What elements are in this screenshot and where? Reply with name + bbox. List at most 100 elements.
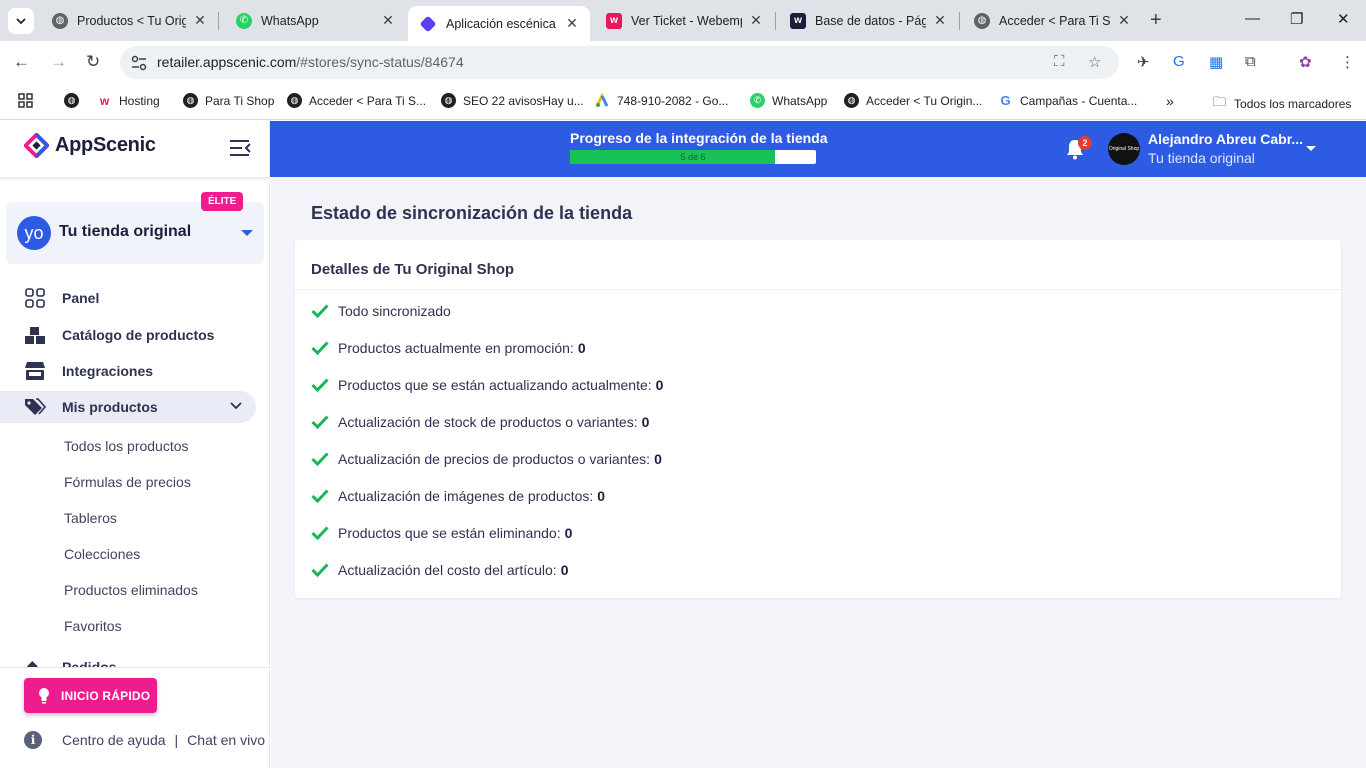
- extension-grid-icon[interactable]: ▦: [1209, 53, 1223, 71]
- globe-icon: ◍: [974, 12, 990, 29]
- bookmark-acceder-para-ti[interactable]: ◍ Acceder < Para Ti S...: [287, 93, 426, 108]
- browser-tab-1[interactable]: ◍ Productos < Tu Origi ✕: [38, 6, 218, 35]
- extension-icon[interactable]: ✈: [1137, 53, 1150, 71]
- store-details-card: Detalles de Tu Original Shop Todo sincro…: [295, 240, 1341, 598]
- sidebar: AppScenic yo Tu tienda original ÉLITE Pa…: [0, 121, 270, 768]
- subnav-favorites[interactable]: Favoritos: [64, 618, 122, 634]
- close-tab-icon[interactable]: ✕: [1116, 12, 1132, 29]
- quick-start-label: INICIO RÁPIDO: [61, 688, 151, 703]
- nav-item-my-products[interactable]: Mis productos: [0, 391, 256, 423]
- close-window-icon[interactable]: ✕: [1337, 10, 1350, 28]
- subnav-collections[interactable]: Colecciones: [64, 546, 140, 562]
- back-icon[interactable]: ←: [13, 52, 30, 72]
- sync-status-row: Productos actualmente en promoción: 0: [311, 340, 586, 356]
- tab-title: Ver Ticket - Webempr: [631, 13, 742, 28]
- browser-toolbar: ← → ↻ retailer.appscenic.com/#stores/syn…: [0, 41, 1366, 85]
- close-tab-icon[interactable]: ✕: [748, 12, 764, 29]
- bookmark-para-ti-shop[interactable]: ◍ Para Ti Shop: [183, 93, 274, 108]
- browser-tab-active[interactable]: Aplicación escénica ✕: [408, 6, 590, 41]
- quick-start-button[interactable]: INICIO RÁPIDO: [24, 678, 157, 713]
- translate-icon[interactable]: ⛶: [1054, 53, 1065, 70]
- globe-icon: ◍: [183, 93, 198, 108]
- nav-label: Panel: [62, 290, 100, 306]
- browser-tab-4[interactable]: w Ver Ticket - Webempr ✕: [592, 6, 774, 35]
- nav-item-panel[interactable]: Panel: [0, 282, 256, 314]
- close-tab-icon[interactable]: ✕: [564, 15, 580, 32]
- minimize-icon[interactable]: —: [1245, 10, 1260, 27]
- subnav-boards[interactable]: Tableros: [64, 510, 117, 526]
- user-name[interactable]: Alejandro Abreu Cabr...: [1148, 131, 1303, 147]
- globe-icon: ◍: [441, 93, 456, 108]
- webempresa-icon: w: [97, 93, 112, 108]
- menu-kebab-icon[interactable]: ⋮: [1340, 53, 1355, 71]
- sync-status-row: Actualización de precios de productos o …: [311, 451, 662, 467]
- user-store-name: Tu tienda original: [1148, 150, 1255, 166]
- lightbulb-icon: [39, 688, 49, 704]
- caret-down-icon[interactable]: [1306, 146, 1316, 151]
- close-tab-icon[interactable]: ✕: [380, 12, 396, 29]
- sync-status-value: 0: [655, 377, 664, 393]
- subnav-price-formulas[interactable]: Fórmulas de precios: [64, 474, 191, 490]
- sync-status-row: Actualización de stock de productos o va…: [311, 414, 649, 430]
- tab-title: Base de datos - Págin: [815, 13, 926, 28]
- extensions-puzzle-icon[interactable]: ⧉: [1245, 53, 1256, 70]
- brand-logo[interactable]: AppScenic: [24, 133, 156, 158]
- user-avatar[interactable]: Original Shop: [1108, 133, 1140, 165]
- whatsapp-icon: ✆: [750, 93, 765, 108]
- close-tab-icon[interactable]: ✕: [192, 12, 208, 29]
- browser-tab-5[interactable]: w Base de datos - Págin ✕: [776, 6, 958, 35]
- bookmark-whatsapp[interactable]: ✆ WhatsApp: [750, 93, 827, 108]
- help-center-link[interactable]: Centro de ayuda: [62, 732, 166, 748]
- bookmark-google-ads[interactable]: 748-910-2082 - Go...: [595, 93, 728, 108]
- bookmark-label: Acceder < Tu Origin...: [866, 93, 983, 108]
- store-selector[interactable]: yo Tu tienda original: [6, 202, 264, 264]
- forward-icon[interactable]: →: [50, 52, 67, 72]
- check-icon: [311, 415, 329, 429]
- browser-tab-6[interactable]: ◍ Acceder < Para Ti Sho ✕: [960, 6, 1142, 35]
- check-icon: [311, 489, 329, 503]
- bookmark-campanas[interactable]: G Campañas - Cuenta...: [998, 93, 1137, 108]
- browser-tab-2[interactable]: ✆ WhatsApp ✕: [222, 6, 406, 35]
- integration-progress-bar[interactable]: 5 de 6: [570, 150, 816, 164]
- site-settings-icon[interactable]: [130, 54, 148, 72]
- globe-icon: ◍: [52, 12, 68, 29]
- webempresa-w-icon: w: [790, 12, 806, 29]
- sync-status-label: Productos que se están eliminando:: [338, 525, 561, 541]
- sync-status-label: Actualización de stock de productos o va…: [338, 414, 638, 430]
- check-icon: [311, 341, 329, 355]
- check-icon: [311, 452, 329, 466]
- subnav-all-products[interactable]: Todos los productos: [64, 438, 189, 454]
- check-icon: [311, 304, 329, 318]
- address-bar[interactable]: retailer.appscenic.com/#stores/sync-stat…: [120, 46, 1119, 79]
- profile-icon[interactable]: ✿: [1299, 53, 1312, 71]
- all-bookmarks[interactable]: 🗀 Todos los marcadores: [1213, 93, 1351, 115]
- tab-separator: [218, 12, 219, 30]
- chevron-down-icon: [230, 402, 242, 410]
- live-chat-link[interactable]: Chat en vivo: [187, 732, 265, 748]
- new-tab-icon[interactable]: +: [1150, 9, 1162, 32]
- whatsapp-icon: ✆: [236, 12, 252, 29]
- bookmark-seo[interactable]: ◍ SEO 22 avisosHay u...: [441, 93, 584, 108]
- nav-item-integrations[interactable]: Integraciones: [0, 355, 256, 387]
- subnav-deleted-products[interactable]: Productos eliminados: [64, 582, 198, 598]
- nav-item-catalog[interactable]: Catálogo de productos: [0, 319, 256, 351]
- bookmark-globe[interactable]: ◍: [64, 93, 86, 108]
- bookmark-acceder-tu-original[interactable]: ◍ Acceder < Tu Origin...: [844, 93, 982, 108]
- sync-status-label: Actualización de imágenes de productos:: [338, 488, 594, 504]
- bookmark-hosting[interactable]: w Hosting: [97, 93, 160, 108]
- nav-item-orders-partial[interactable]: ◆ Pedidos: [0, 651, 269, 667]
- apps-grid-icon[interactable]: [18, 93, 33, 108]
- sync-status-value: 0: [564, 525, 573, 541]
- restore-icon[interactable]: ❐: [1290, 10, 1303, 28]
- bookmark-label: WhatsApp: [772, 93, 828, 108]
- close-tab-icon[interactable]: ✕: [932, 12, 948, 29]
- sync-status-label: Todo sincronizado: [338, 303, 451, 319]
- google-translate-icon[interactable]: G: [1173, 53, 1185, 70]
- card-title: Detalles de Tu Original Shop: [311, 261, 515, 278]
- more-bookmarks-icon[interactable]: »: [1166, 93, 1174, 109]
- tab-search-button[interactable]: [8, 8, 34, 34]
- collapse-menu-icon[interactable]: [229, 139, 251, 157]
- reload-icon[interactable]: ↻: [86, 52, 100, 72]
- bookmark-star-icon[interactable]: ☆: [1088, 53, 1101, 71]
- tab-title: Acceder < Para Ti Sho: [999, 13, 1110, 28]
